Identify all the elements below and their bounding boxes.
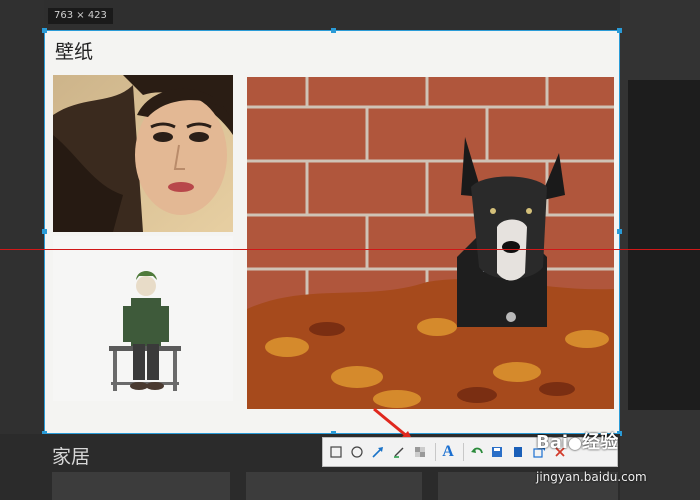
toolbar-separator: [463, 443, 464, 461]
text-icon[interactable]: A: [439, 441, 457, 463]
mosaic-icon[interactable]: [411, 441, 429, 463]
toolbar-separator: [435, 443, 436, 461]
screen-background-right: [620, 0, 700, 500]
paw-icon: ●: [568, 433, 583, 452]
pen-icon[interactable]: [390, 441, 408, 463]
home-thumb: [246, 472, 422, 500]
home-section-title: 家居: [52, 446, 91, 468]
screen-background-left: [0, 0, 44, 500]
watermark-brand-cn: 经验: [582, 432, 619, 453]
capture-size-badge: 763 × 423: [48, 8, 113, 24]
ellipse-icon[interactable]: [348, 441, 366, 463]
resize-handle-top-right[interactable]: [617, 28, 622, 33]
wallpaper-section-title: 壁纸: [55, 41, 94, 63]
text-tool-label: A: [442, 443, 454, 460]
watermark-brand-latin: Bai: [536, 432, 569, 453]
wallpaper-thumb-portrait[interactable]: [53, 75, 233, 232]
resize-handle-right[interactable]: [617, 229, 622, 234]
wallpaper-thumb-dog[interactable]: [247, 77, 614, 409]
wallpaper-thumb-figure[interactable]: [53, 236, 233, 401]
watermark-brand: Bai●经验: [536, 428, 618, 454]
undo-icon[interactable]: [467, 441, 485, 463]
home-thumb: [52, 472, 230, 500]
watermark-url: jingyan.baidu.com: [536, 470, 647, 484]
rectangle-icon[interactable]: [327, 441, 345, 463]
resize-handle-left[interactable]: [42, 229, 47, 234]
resize-handle-top-left[interactable]: [42, 28, 47, 33]
pin-icon[interactable]: [509, 441, 527, 463]
arrow-icon[interactable]: [369, 441, 387, 463]
resize-handle-top[interactable]: [331, 28, 336, 33]
horizontal-guide-line: [0, 249, 700, 250]
save-icon[interactable]: [488, 441, 506, 463]
capture-region[interactable]: 壁纸: [42, 28, 622, 436]
